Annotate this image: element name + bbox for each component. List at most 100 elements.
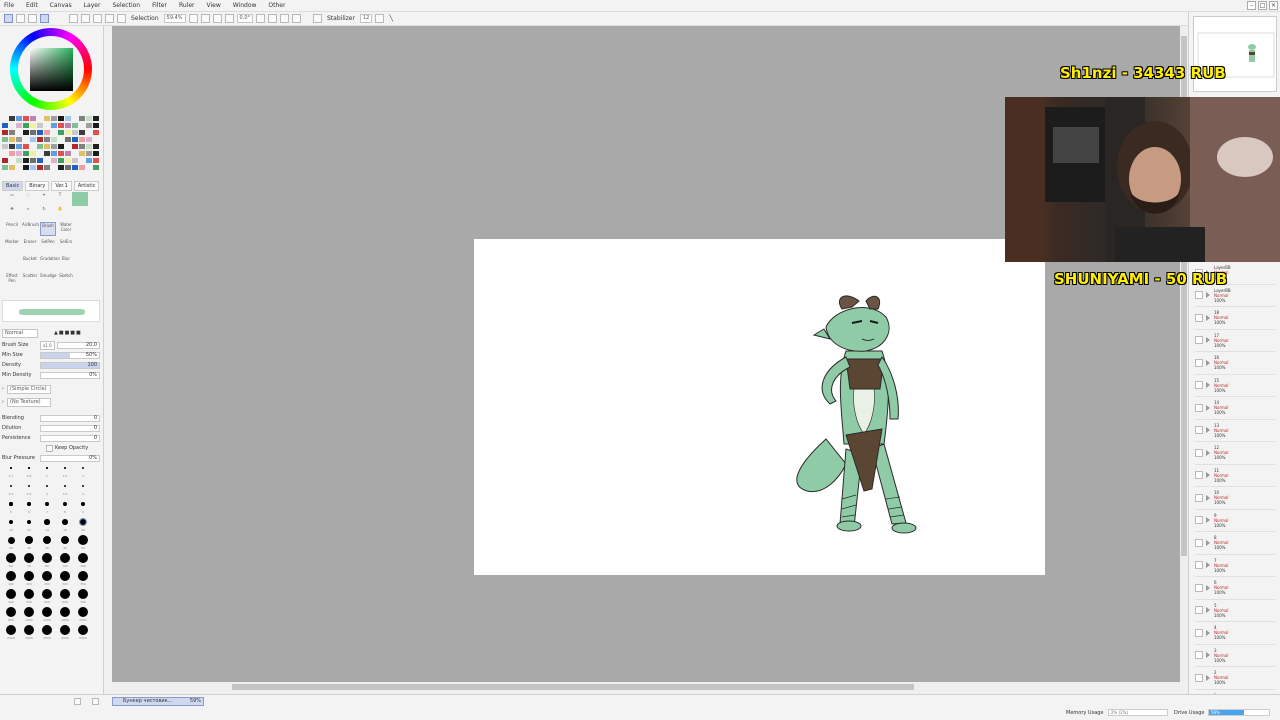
color-swatch[interactable] bbox=[44, 116, 50, 121]
color-swatch[interactable] bbox=[37, 144, 43, 149]
undo-button[interactable] bbox=[69, 14, 78, 23]
brush-size-preset[interactable] bbox=[27, 502, 31, 506]
layer-row[interactable]: 10 Normal 100% bbox=[1195, 487, 1275, 510]
layer-row[interactable]: 15 Normal 100% bbox=[1195, 375, 1275, 397]
eye-icon[interactable] bbox=[1195, 426, 1203, 435]
color-swatch[interactable] bbox=[2, 165, 8, 170]
deselect-button[interactable] bbox=[93, 14, 102, 23]
layer-row[interactable]: 3 Normal 100% bbox=[1195, 645, 1275, 667]
color-swatch[interactable] bbox=[72, 123, 78, 128]
color-swatch[interactable] bbox=[23, 158, 29, 163]
maximize-icon[interactable]: □ bbox=[1258, 1, 1267, 10]
view-mode-3-button[interactable] bbox=[28, 14, 37, 23]
rotation-field[interactable]: 0.0° bbox=[236, 14, 253, 23]
zoom-fit-button[interactable] bbox=[224, 14, 234, 23]
brush-size-preset[interactable] bbox=[42, 625, 52, 635]
text-tool-icon[interactable]: T bbox=[52, 192, 68, 206]
brush-size-preset[interactable] bbox=[42, 553, 52, 563]
brush-size-slider[interactable]: 20.0 bbox=[56, 341, 100, 349]
select-rect-icon[interactable]: ▭ bbox=[4, 192, 20, 206]
layer-row[interactable]: 11 Normal 100% bbox=[1195, 465, 1275, 487]
brush-size-preset[interactable] bbox=[28, 467, 30, 469]
expand-icon[interactable] bbox=[1206, 427, 1210, 434]
color-swatch[interactable] bbox=[44, 151, 50, 156]
redo-button[interactable] bbox=[81, 14, 90, 23]
brush-size-preset[interactable] bbox=[6, 607, 16, 617]
expand-icon[interactable] bbox=[1206, 404, 1210, 411]
color-swatch[interactable] bbox=[37, 137, 43, 142]
brush-size-preset[interactable] bbox=[42, 571, 52, 581]
brush-size-preset[interactable] bbox=[62, 519, 68, 525]
tab-binary[interactable]: Binary bbox=[25, 181, 50, 191]
brush-size-preset[interactable] bbox=[63, 502, 67, 506]
color-swatch[interactable] bbox=[30, 123, 36, 128]
color-swatch[interactable] bbox=[72, 130, 78, 135]
color-swatch[interactable] bbox=[93, 144, 99, 149]
layer-row[interactable]: 2 Normal 100% bbox=[1195, 667, 1275, 690]
magic-wand-icon[interactable]: ✦ bbox=[36, 192, 52, 206]
brush-size-preset[interactable] bbox=[6, 571, 16, 581]
tab-artistic[interactable]: Artistic bbox=[73, 181, 100, 191]
color-swatch[interactable] bbox=[65, 123, 71, 128]
color-swatch[interactable] bbox=[58, 165, 64, 170]
brush-size-preset[interactable] bbox=[9, 484, 13, 488]
brush-size-preset[interactable] bbox=[78, 517, 88, 527]
color-swatch[interactable] bbox=[9, 151, 15, 156]
eye-icon[interactable] bbox=[1195, 673, 1203, 682]
color-swatch[interactable] bbox=[30, 151, 36, 156]
menu-selection[interactable]: Selection bbox=[112, 2, 140, 9]
view-mode-1-button[interactable] bbox=[4, 14, 13, 23]
layer-row[interactable]: 8 Normal 100% bbox=[1195, 532, 1275, 555]
color-swatch[interactable] bbox=[44, 165, 50, 170]
brush-size-preset[interactable] bbox=[78, 625, 88, 635]
brush-size-preset[interactable] bbox=[60, 607, 70, 617]
brush-size-preset[interactable] bbox=[45, 502, 49, 506]
color-swatch[interactable] bbox=[58, 130, 64, 135]
expand-icon[interactable] bbox=[1206, 674, 1210, 681]
color-swatch[interactable] bbox=[72, 158, 78, 163]
color-swatch[interactable] bbox=[72, 144, 78, 149]
tool-selers[interactable]: SelErs bbox=[58, 239, 74, 253]
layer-row[interactable]: 5 Normal 100% bbox=[1195, 600, 1275, 622]
menu-view[interactable]: View bbox=[206, 2, 220, 9]
brush-size-preset[interactable] bbox=[60, 589, 70, 599]
color-swatch[interactable] bbox=[72, 137, 78, 142]
eye-icon[interactable] bbox=[1195, 403, 1203, 412]
eye-icon[interactable] bbox=[1195, 538, 1203, 547]
brush-size-preset[interactable] bbox=[42, 607, 52, 617]
color-saturation-square[interactable] bbox=[30, 48, 73, 91]
expand-icon[interactable] bbox=[1206, 292, 1210, 299]
color-swatch[interactable] bbox=[23, 123, 29, 128]
color-swatch[interactable] bbox=[16, 158, 22, 163]
brush-size-preset[interactable] bbox=[24, 571, 34, 581]
expand-icon[interactable] bbox=[1206, 472, 1210, 479]
color-swatch[interactable] bbox=[51, 137, 57, 142]
document-tab[interactable]: Бункер чистовик... 59% bbox=[112, 697, 204, 706]
layer-row[interactable]: 16 Normal 100% bbox=[1195, 352, 1275, 375]
expand-texture-icon[interactable]: › bbox=[2, 399, 4, 405]
tool-brush[interactable]: Brush bbox=[40, 222, 56, 236]
brush-size-preset[interactable] bbox=[10, 467, 12, 469]
color-swatch[interactable] bbox=[65, 116, 71, 121]
expand-icon[interactable] bbox=[1206, 337, 1210, 344]
color-swatch[interactable] bbox=[23, 116, 29, 121]
expand-icon[interactable] bbox=[1206, 607, 1210, 614]
zoom-out-button[interactable] bbox=[188, 14, 198, 23]
menu-other[interactable]: Other bbox=[268, 2, 285, 9]
stabilizer-dropdown[interactable] bbox=[375, 14, 385, 23]
brush-size-preset[interactable] bbox=[80, 501, 86, 507]
status-close-icon[interactable] bbox=[92, 698, 99, 705]
eye-icon[interactable] bbox=[1195, 358, 1203, 367]
color-swatch[interactable] bbox=[51, 123, 57, 128]
color-swatch[interactable] bbox=[65, 158, 71, 163]
zoom-field[interactable]: 59.4% bbox=[163, 14, 186, 23]
layer-row[interactable]: 7 Normal 100% bbox=[1195, 555, 1275, 577]
brush-size-preset[interactable] bbox=[78, 607, 88, 617]
menu-edit[interactable]: Edit bbox=[26, 2, 38, 9]
color-swatch[interactable] bbox=[51, 144, 57, 149]
menu-window[interactable]: Window bbox=[233, 2, 257, 9]
color-swatch[interactable] bbox=[44, 144, 50, 149]
eye-icon[interactable] bbox=[1195, 381, 1203, 390]
rotate-left-button[interactable] bbox=[256, 14, 265, 23]
color-swatch[interactable] bbox=[79, 165, 85, 170]
